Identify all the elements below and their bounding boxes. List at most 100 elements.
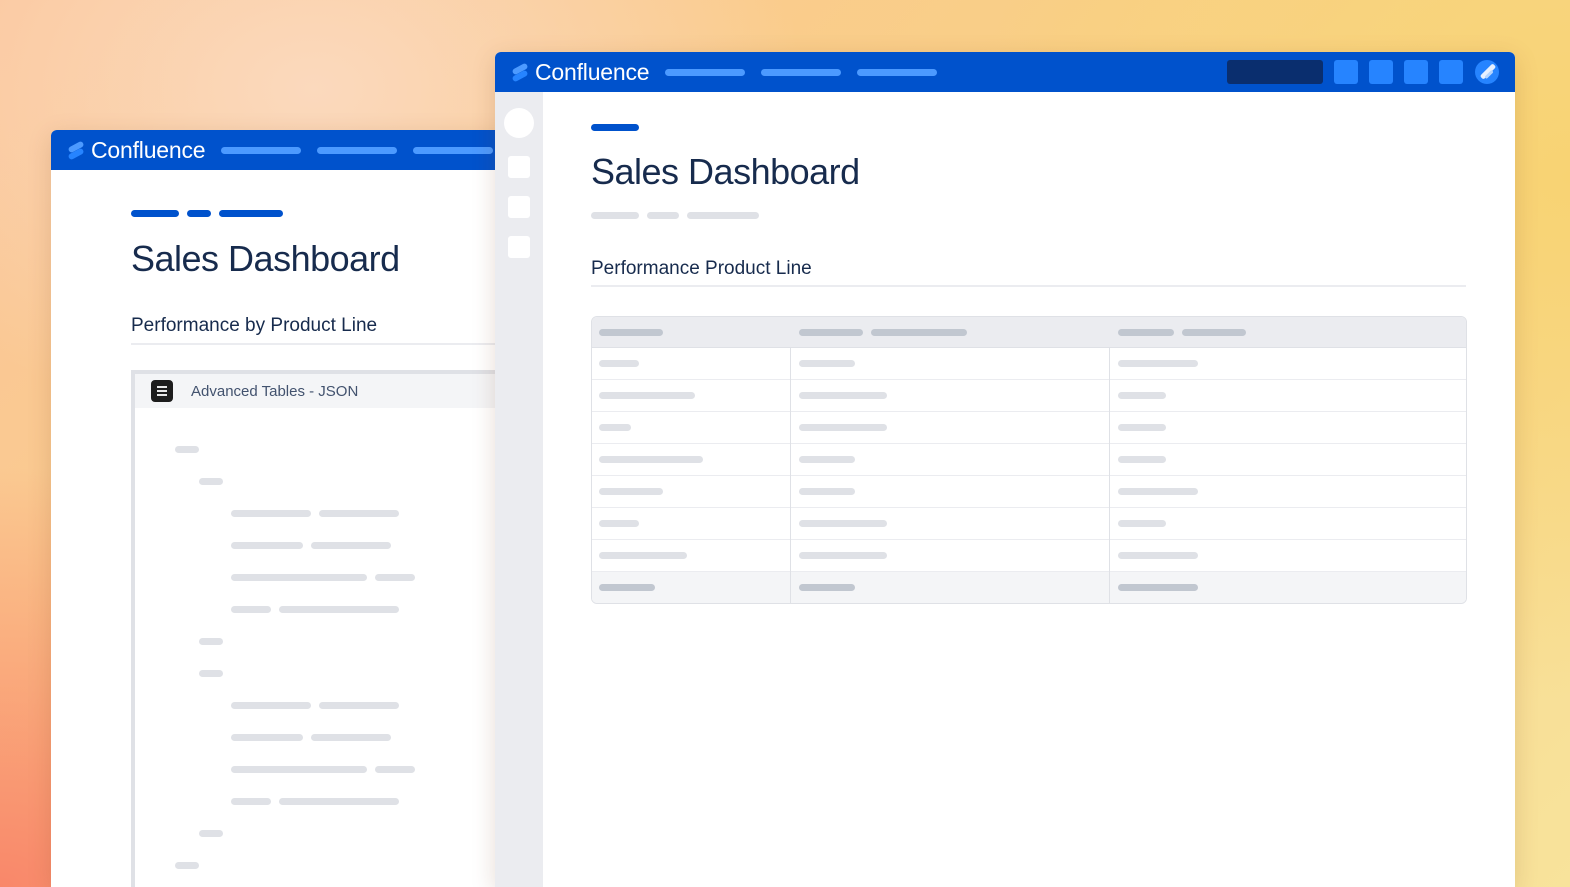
column-divider: [1109, 348, 1110, 603]
json-line: [319, 702, 399, 709]
breadcrumb-placeholder[interactable]: [591, 124, 639, 131]
json-line: [231, 766, 367, 773]
table-cell: [599, 360, 639, 367]
breadcrumb-placeholder[interactable]: [131, 210, 179, 217]
nav-item-placeholder[interactable]: [857, 68, 938, 76]
confluence-icon: [511, 63, 529, 81]
json-line: [279, 798, 399, 805]
table-cell: [799, 552, 887, 559]
column-header[interactable]: [599, 329, 663, 336]
table-cell: [599, 456, 703, 463]
brand-name: Confluence: [91, 136, 206, 163]
brand-name: Confluence: [535, 58, 650, 85]
table-cell: [1118, 584, 1198, 591]
app-icon[interactable]: [1334, 60, 1358, 84]
json-line: [199, 638, 223, 645]
column-header[interactable]: [799, 329, 863, 336]
json-line: [231, 542, 303, 549]
column-header[interactable]: [871, 329, 967, 336]
json-macro-panel: Advanced Tables - JSON: [131, 370, 511, 887]
avatar-icon[interactable]: [1475, 60, 1499, 84]
front-window: Confluence Sales Dashboard Performance P…: [495, 52, 1515, 887]
table-cell: [599, 552, 687, 559]
table-cell: [1118, 456, 1166, 463]
nav-item-placeholder[interactable]: [413, 146, 494, 154]
sidebar-icon[interactable]: [508, 236, 530, 258]
app-icon[interactable]: [1369, 60, 1393, 84]
sidebar-icon[interactable]: [508, 196, 530, 218]
table-row: [592, 412, 1466, 444]
table-cell: [1118, 360, 1198, 367]
table-cell: [799, 584, 855, 591]
json-line: [199, 670, 223, 677]
byline-placeholder: [591, 212, 639, 219]
confluence-icon: [67, 141, 85, 159]
table-row: [592, 508, 1466, 540]
json-line: [375, 574, 415, 581]
page-title: Sales Dashboard: [591, 151, 860, 192]
json-line: [175, 862, 199, 869]
top-navigation-bar: Confluence: [51, 130, 511, 170]
table-row: [592, 444, 1466, 476]
json-line: [311, 734, 391, 741]
json-line: [175, 446, 199, 453]
json-line: [231, 510, 311, 517]
top-navigation-bar: Confluence: [495, 52, 1515, 92]
space-avatar-icon[interactable]: [504, 108, 534, 138]
json-line: [319, 510, 399, 517]
table-cell: [1118, 392, 1166, 399]
app-icon[interactable]: [1439, 60, 1463, 84]
confluence-logo[interactable]: Confluence: [67, 136, 206, 164]
nav-item-placeholder[interactable]: [221, 146, 302, 154]
table-cell: [799, 424, 887, 431]
table-cell: [799, 456, 855, 463]
section-divider: [591, 285, 1466, 287]
table-cell: [599, 520, 639, 527]
page-title: Sales Dashboard: [131, 238, 400, 279]
table-row: [592, 540, 1466, 572]
table-header: [592, 317, 1466, 348]
table-cell: [799, 488, 855, 495]
macro-header[interactable]: Advanced Tables - JSON: [135, 370, 511, 408]
json-line: [199, 830, 223, 837]
nav-item-placeholder[interactable]: [665, 68, 746, 76]
json-line: [199, 478, 223, 485]
table-cell: [1118, 520, 1166, 527]
column-header[interactable]: [1118, 329, 1174, 336]
confluence-logo[interactable]: Confluence: [511, 58, 650, 86]
table-row: [592, 348, 1466, 380]
table-row: [592, 380, 1466, 412]
table-total-row: [592, 572, 1466, 603]
section-heading: Performance Product Line: [591, 258, 812, 279]
json-line: [231, 734, 303, 741]
table-list-icon: [151, 380, 173, 402]
app-icon[interactable]: [1404, 60, 1428, 84]
table-cell: [799, 392, 887, 399]
json-line: [231, 574, 367, 581]
json-line: [231, 798, 271, 805]
column-divider: [790, 348, 791, 603]
nav-item-placeholder[interactable]: [317, 146, 398, 154]
table-cell: [799, 520, 887, 527]
column-header[interactable]: [1182, 329, 1246, 336]
data-table: [591, 316, 1467, 604]
back-window: Confluence Sales Dashboard Performance b…: [51, 130, 511, 887]
table-row: [592, 476, 1466, 508]
section-heading: Performance by Product Line: [131, 315, 378, 336]
sidebar-icon[interactable]: [508, 156, 530, 178]
json-line: [311, 542, 391, 549]
table-cell: [799, 360, 855, 367]
left-sidebar: [495, 92, 543, 887]
table-cell: [599, 392, 695, 399]
breadcrumb-placeholder[interactable]: [219, 210, 283, 217]
table-cell: [599, 424, 631, 431]
breadcrumb-placeholder[interactable]: [187, 210, 211, 217]
search-input[interactable]: [1227, 60, 1323, 84]
nav-item-placeholder[interactable]: [761, 68, 842, 76]
table-cell: [599, 584, 655, 591]
json-line: [279, 606, 399, 613]
table-cell: [1118, 488, 1198, 495]
section-divider: [131, 343, 511, 345]
macro-title: Advanced Tables - JSON: [191, 382, 359, 400]
json-line: [231, 702, 311, 709]
